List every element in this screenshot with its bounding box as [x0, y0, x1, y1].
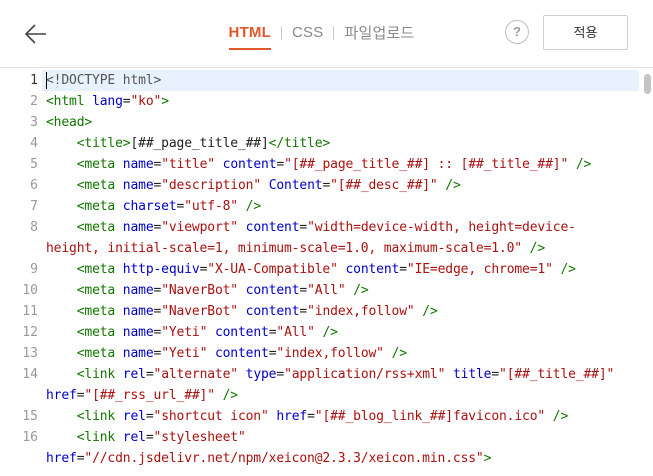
code-editor[interactable]: 1 2 3 4 5 6 7 8 9 10 11 12 13 14 15 16 <… [0, 68, 653, 476]
editor-toolbar: HTML CSS 파일업로드 ? 적용 [0, 0, 653, 68]
line-number-gutter: 1 2 3 4 5 6 7 8 9 10 11 12 13 14 15 16 [0, 68, 42, 476]
tab-file-upload[interactable]: 파일업로드 [334, 22, 424, 43]
code-line[interactable]: <title>[##_page_title_##]</title> [46, 133, 331, 154]
line-number: 13 [22, 346, 38, 361]
code-line[interactable]: height, initial-scale=1, minimum-scale=1… [46, 238, 545, 259]
line-number: 1 [30, 73, 38, 88]
code-line[interactable]: <!DOCTYPE html> [46, 70, 161, 91]
code-line[interactable]: <meta name="title" content="[##_page_tit… [46, 154, 592, 175]
code-content[interactable]: <!DOCTYPE html> <html lang="ko"> <head> <t… [42, 68, 642, 476]
code-line[interactable]: <meta name="Yeti" content="All" /> [46, 322, 338, 343]
help-icon[interactable]: ? [505, 20, 529, 44]
vertical-scrollbar[interactable] [641, 68, 653, 476]
tab-html[interactable]: HTML [219, 24, 281, 50]
scrollbar-thumb[interactable] [644, 74, 651, 94]
code-line[interactable]: href="//cdn.jsdelivr.net/npm/xeicon@2.3.… [46, 448, 491, 469]
line-number: 8 [30, 220, 38, 235]
line-number: 3 [30, 115, 38, 130]
code-line[interactable]: <html lang="ko"> [46, 91, 169, 112]
code-line[interactable]: <link rel="shortcut icon" href="[##_blog… [46, 406, 569, 427]
line-number: 15 [22, 409, 38, 424]
code-line[interactable]: <meta name="viewport" content="width=dev… [46, 217, 576, 238]
line-number: 7 [30, 199, 38, 214]
line-number: 16 [22, 430, 38, 445]
line-number: 6 [30, 178, 38, 193]
code-line[interactable]: <meta name="description" Content="[##_de… [46, 175, 461, 196]
line-number: 14 [22, 367, 38, 382]
text-cursor [46, 72, 47, 89]
code-line[interactable]: <link rel="stylesheet" [46, 427, 253, 448]
code-line[interactable]: <meta name="NaverBot" content="index,fol… [46, 301, 438, 322]
line-number: 12 [22, 325, 38, 340]
line-number: 11 [22, 304, 38, 319]
line-number: 9 [30, 262, 38, 277]
line-number: 5 [30, 157, 38, 172]
apply-button[interactable]: 적용 [543, 15, 628, 50]
tab-css[interactable]: CSS [282, 24, 333, 41]
code-line[interactable]: <meta http-equiv="X-UA-Compatible" conte… [46, 259, 576, 280]
line-number: 2 [30, 94, 38, 109]
code-line[interactable]: <head> [46, 112, 92, 133]
line-number: 4 [30, 136, 38, 151]
back-arrow-icon[interactable] [22, 20, 50, 48]
code-line[interactable]: href="[##_rss_url_##]" /> [46, 385, 238, 406]
code-line[interactable]: <meta name="Yeti" content="index,follow"… [46, 343, 407, 364]
line-number: 10 [22, 283, 38, 298]
code-line[interactable]: <meta charset="utf-8" /> [46, 196, 261, 217]
code-line[interactable]: <meta name="NaverBot" content="All" /> [46, 280, 369, 301]
code-line[interactable]: <link rel="alternate" type="application/… [46, 364, 622, 385]
